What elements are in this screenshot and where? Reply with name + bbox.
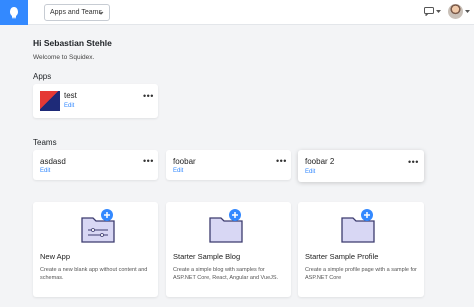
page-title: Hi Sebastian Stehle (33, 38, 112, 48)
team-card[interactable]: asdasd Edit ••• (33, 150, 158, 180)
starter-blog-description: Create a simple blog with samples for AS… (173, 267, 279, 281)
teams-section-label: Teams (33, 138, 57, 147)
top-navbar: Apps and Teams (0, 0, 474, 25)
team-name: foobar 2 (305, 157, 335, 166)
app-name: test (64, 91, 77, 100)
team-options-menu[interactable]: ••• (408, 158, 419, 167)
app-card[interactable]: test Edit ••• (33, 84, 158, 118)
squid-icon (10, 6, 18, 19)
team-card[interactable]: foobar 2 Edit ••• (298, 150, 424, 182)
starter-blog-card[interactable]: Starter Sample Blog Create a simple blog… (166, 202, 291, 297)
welcome-text: Welcome to Squidex. (33, 54, 95, 61)
chevron-down-icon (98, 11, 104, 15)
app-options-menu[interactable]: ••• (143, 92, 154, 101)
new-app-folder-icon (81, 209, 115, 243)
team-name: foobar (173, 157, 196, 166)
caret-down-icon[interactable] (465, 10, 470, 14)
new-app-title: New App (40, 252, 71, 261)
app-image (40, 91, 60, 111)
blog-folder-icon (209, 209, 243, 243)
apps-dropdown-label: Apps and Teams (50, 9, 103, 16)
starter-profile-title: Starter Sample Profile (305, 252, 379, 261)
profile-folder-icon (341, 209, 375, 243)
feedback-chat-icon[interactable] (424, 7, 434, 16)
caret-down-icon[interactable] (436, 10, 441, 14)
team-edit-link[interactable]: Edit (173, 168, 183, 174)
starter-profile-description: Create a simple profile page with a samp… (305, 267, 417, 281)
starter-blog-title: Starter Sample Blog (173, 252, 241, 261)
apps-section-label: Apps (33, 72, 52, 81)
team-edit-link[interactable]: Edit (40, 168, 50, 174)
new-app-description: Create a new blank app without content a… (40, 267, 148, 281)
team-options-menu[interactable]: ••• (143, 157, 154, 166)
new-app-card[interactable]: New App Create a new blank app without c… (33, 202, 158, 297)
team-options-menu[interactable]: ••• (276, 157, 287, 166)
squidex-logo-icon[interactable] (0, 0, 28, 25)
team-name: asdasd (40, 157, 66, 166)
user-avatar[interactable] (448, 4, 463, 19)
team-edit-link[interactable]: Edit (305, 169, 315, 175)
team-card[interactable]: foobar Edit ••• (166, 150, 291, 180)
app-edit-link[interactable]: Edit (64, 103, 74, 109)
starter-profile-card[interactable]: Starter Sample Profile Create a simple p… (298, 202, 424, 297)
apps-and-teams-dropdown[interactable]: Apps and Teams (44, 4, 110, 21)
